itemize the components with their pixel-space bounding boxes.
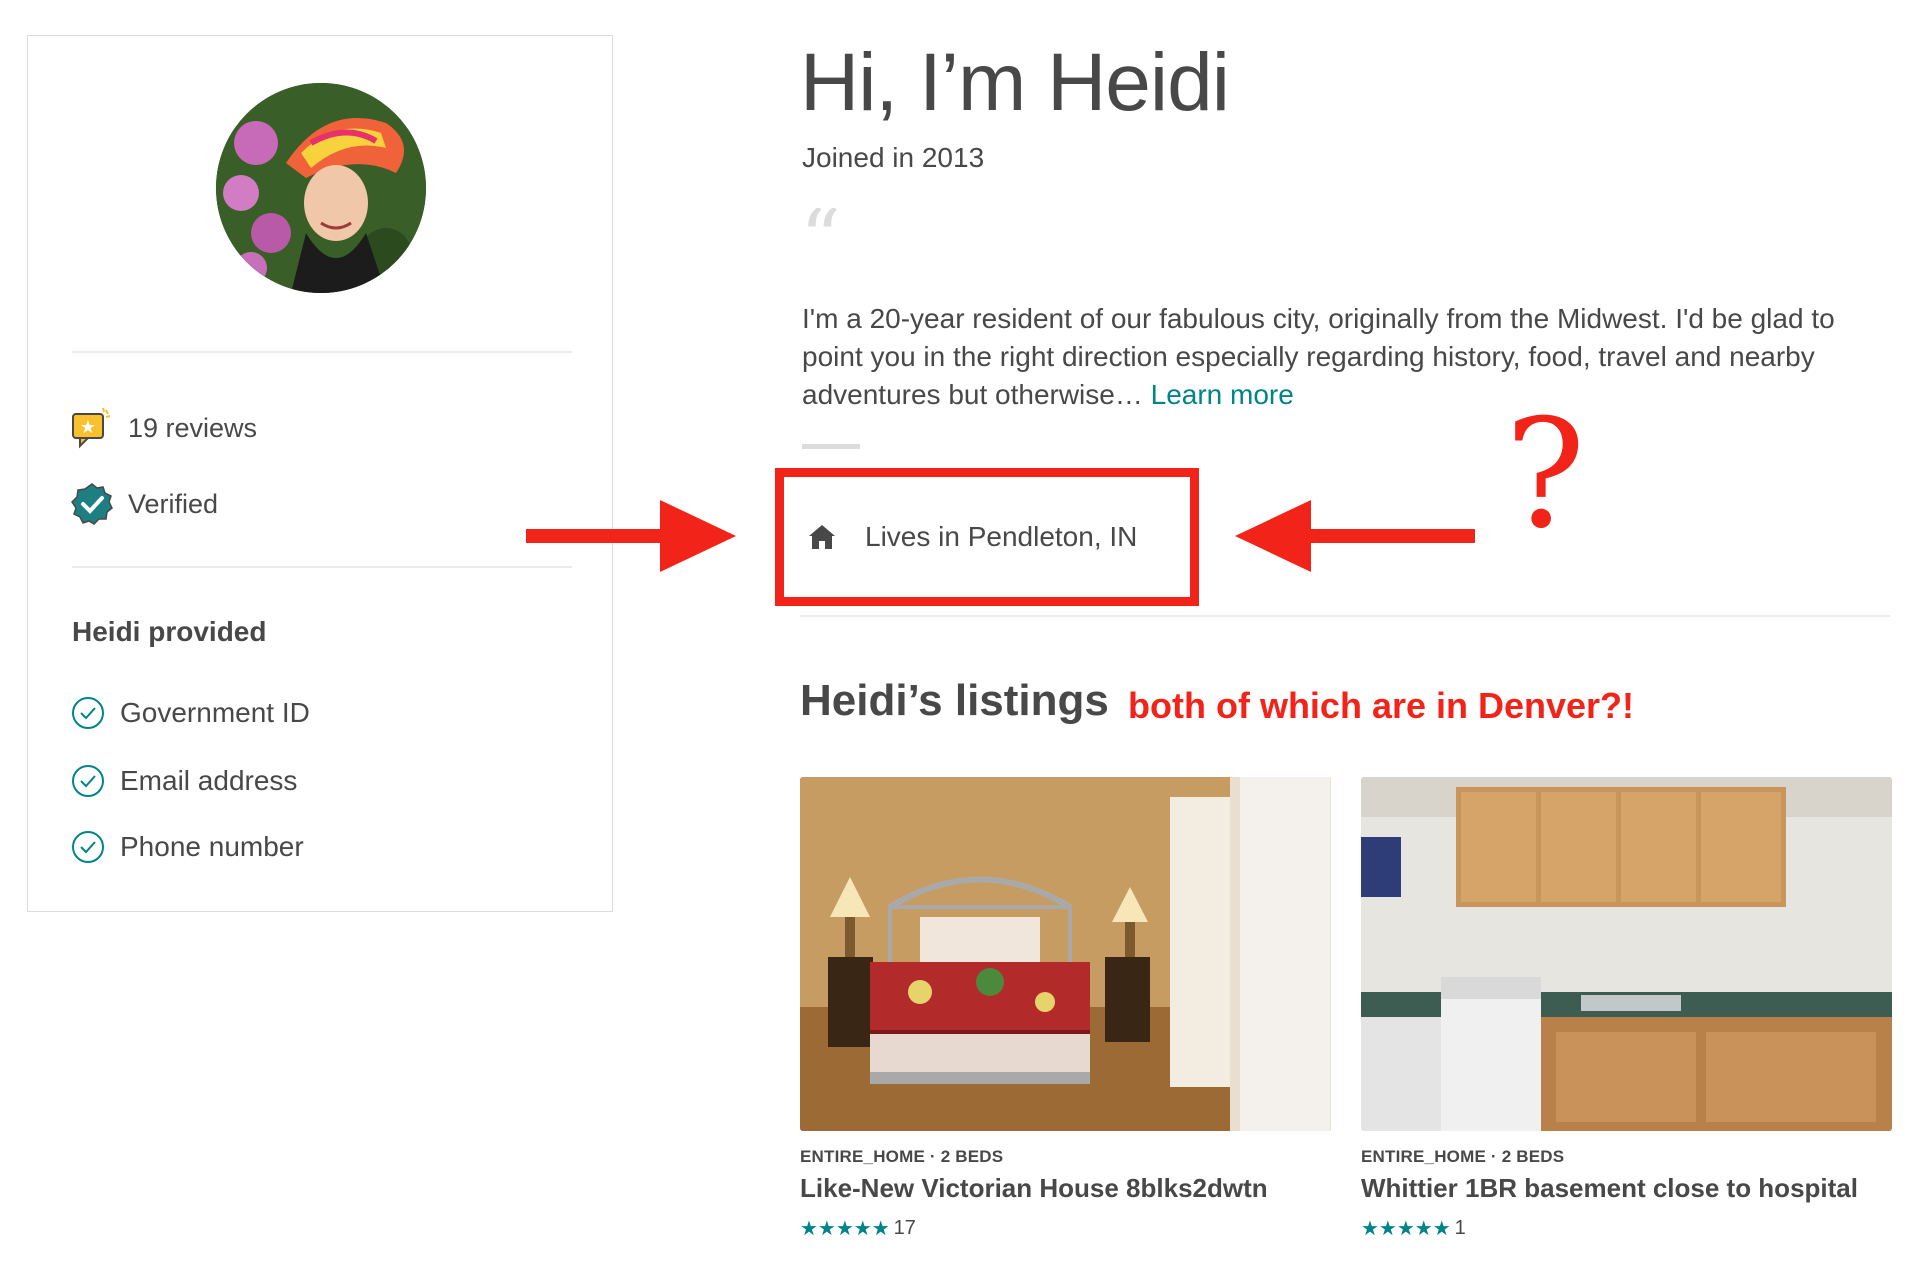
listing-type: ENTIRE_HOME · 2 BEDS xyxy=(1361,1147,1565,1166)
about-body: I'm a 20-year resident of our fabulous c… xyxy=(802,303,1835,410)
review-count: 1 xyxy=(1454,1217,1466,1239)
check-circle-icon xyxy=(72,697,104,729)
star-icon: ★★★★★ xyxy=(800,1218,890,1240)
page-title: Hi, I’m Heidi xyxy=(800,37,1230,128)
annotation-note: both of which are in Denver?! xyxy=(1128,685,1635,726)
provided-item-label: Government ID xyxy=(120,697,310,728)
provided-item-government-id: Government ID xyxy=(70,693,310,733)
reviews-stat[interactable]: ★ 19 reviews xyxy=(70,406,257,450)
review-count: 17 xyxy=(893,1217,916,1239)
verified-label: Verified xyxy=(128,488,219,519)
section-divider-short xyxy=(802,444,860,449)
listing-photo-bedroom[interactable] xyxy=(800,777,1331,1131)
listing-card[interactable]: ENTIRE_HOME · 2 BEDS Like-New Victorian … xyxy=(800,777,1331,1241)
listing-name[interactable]: Whittier 1BR basement close to hospital xyxy=(1361,1173,1892,1204)
profile-card: ★ 19 reviews Verified Heidi provided Gov… xyxy=(27,35,613,912)
arrow-left-icon xyxy=(1235,500,1475,572)
listing-type: ENTIRE_HOME · 2 BEDS xyxy=(800,1147,1004,1166)
annotation-question-mark: ? xyxy=(1505,388,1586,562)
arrow-right-icon xyxy=(526,500,736,572)
provided-item-label: Phone number xyxy=(120,831,304,862)
avatar[interactable] xyxy=(216,83,426,293)
annotation-highlight-box xyxy=(775,468,1199,606)
verified-stat: Verified xyxy=(70,482,218,526)
section-divider xyxy=(800,615,1890,617)
listing-rating: ★★★★★ 17 xyxy=(800,1216,1331,1241)
check-circle-icon xyxy=(72,831,104,863)
provided-item-label: Email address xyxy=(120,765,298,796)
svg-text:★: ★ xyxy=(80,417,96,437)
reviews-count: 19 reviews xyxy=(128,412,258,443)
listing-name[interactable]: Like-New Victorian House 8blks2dwtn xyxy=(800,1173,1331,1204)
card-divider xyxy=(72,566,572,568)
svg-text:“: “ xyxy=(800,208,841,268)
review-badge-icon: ★ xyxy=(70,406,114,450)
provided-title: Heidi provided xyxy=(72,616,267,647)
star-icon: ★★★★★ xyxy=(1361,1218,1451,1240)
provided-item-phone: Phone number xyxy=(70,827,304,867)
learn-more-link[interactable]: Learn more xyxy=(1151,379,1294,410)
listing-photo-kitchen[interactable] xyxy=(1361,777,1892,1131)
quote-icon: “ xyxy=(800,208,841,268)
listing-rating: ★★★★★ 1 xyxy=(1361,1216,1892,1241)
avatar-photo xyxy=(216,83,426,293)
provided-item-email: Email address xyxy=(70,761,297,801)
joined-date: Joined in 2013 xyxy=(802,142,985,173)
listing-card[interactable]: ENTIRE_HOME · 2 BEDS Whittier 1BR baseme… xyxy=(1361,777,1892,1241)
verified-badge-icon xyxy=(70,482,114,526)
about-text: I'm a 20-year resident of our fabulous c… xyxy=(802,300,1902,414)
card-divider xyxy=(72,351,572,353)
listings-title: Heidi’s listings xyxy=(800,676,1109,725)
check-circle-icon xyxy=(72,765,104,797)
